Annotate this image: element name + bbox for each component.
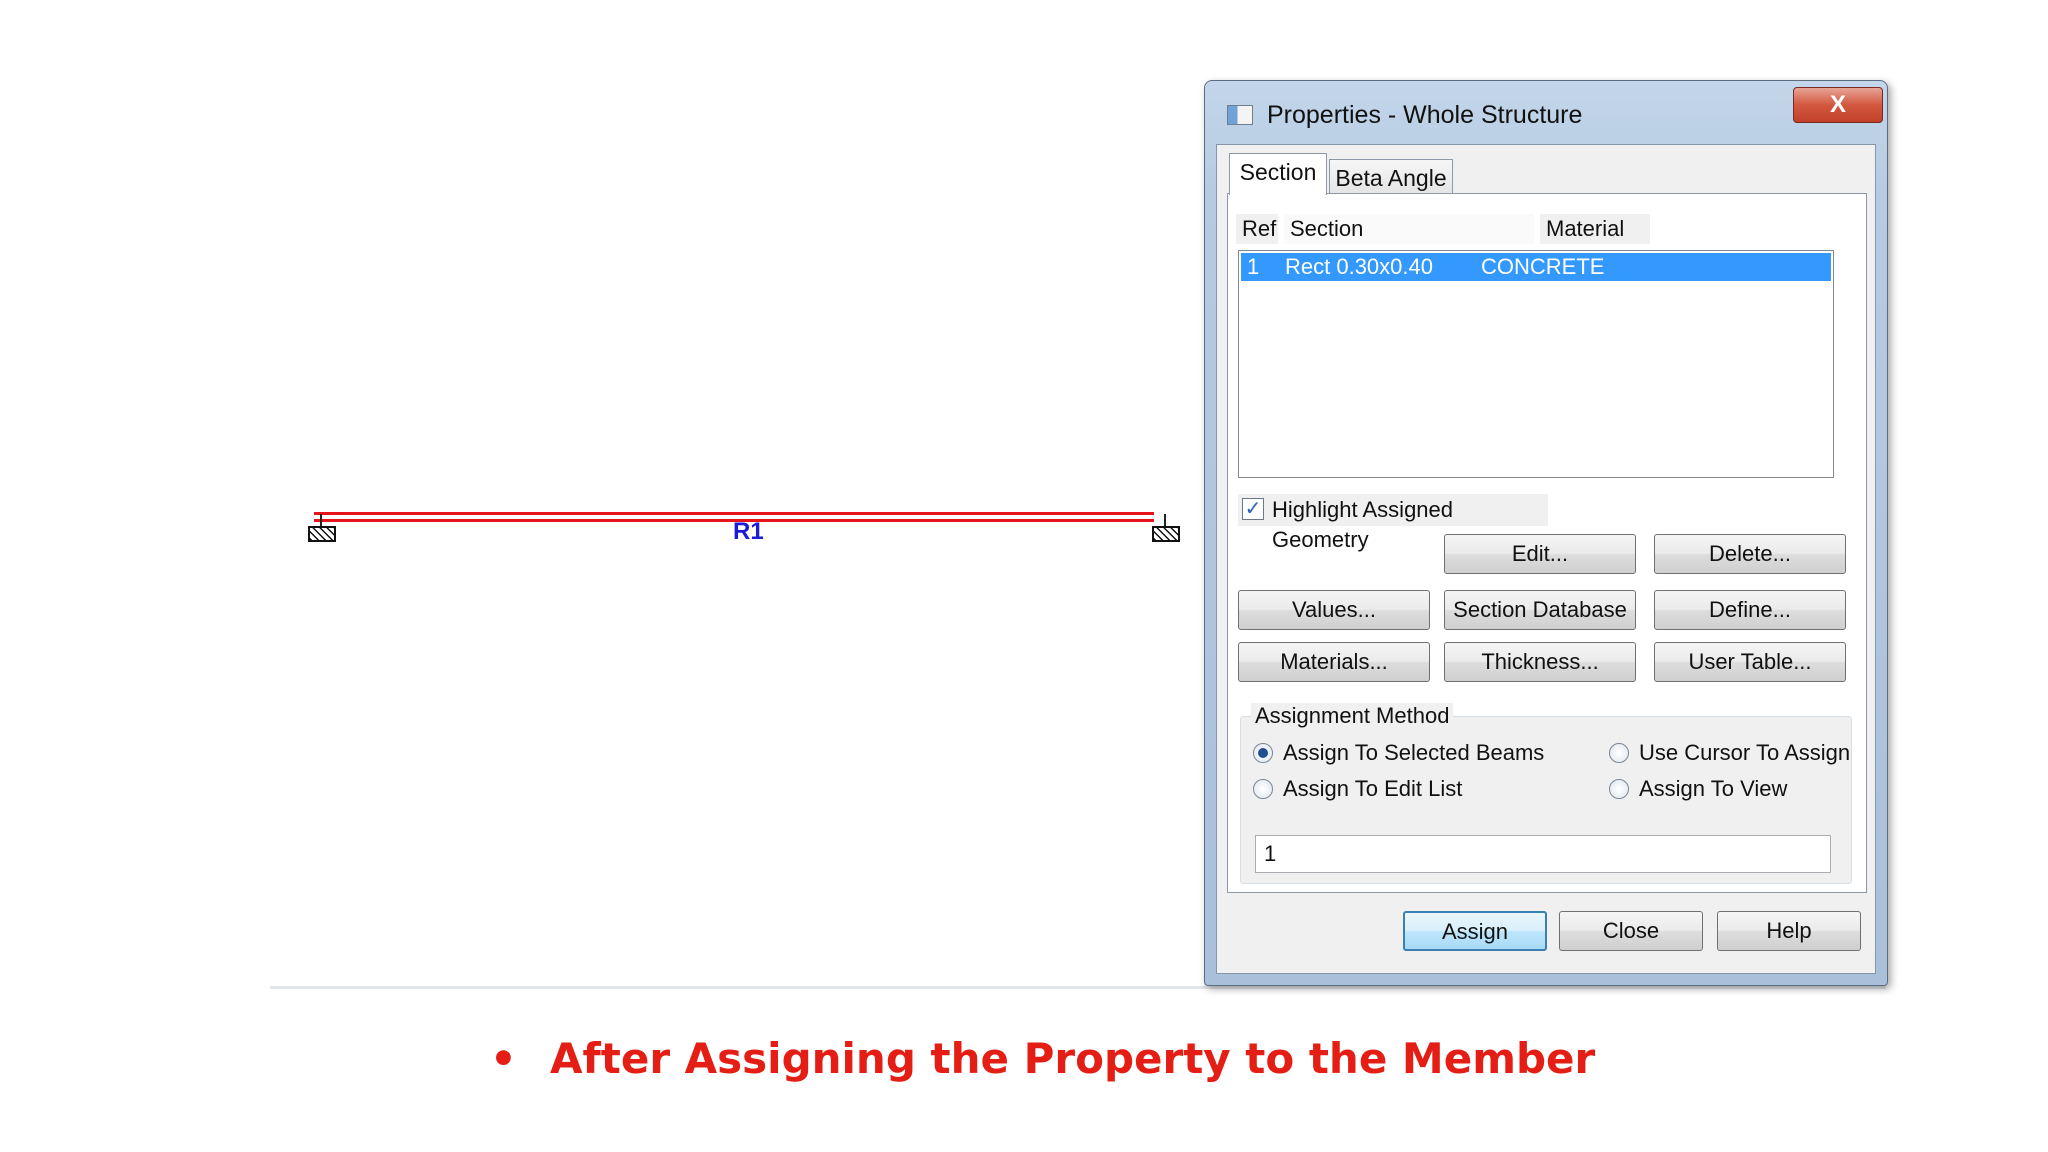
member-property-label: R1 [733, 518, 764, 545]
dialog-client-area: Section Beta Angle Ref Section Material … [1216, 144, 1876, 974]
radio-unselected-icon[interactable] [1609, 779, 1629, 799]
delete-button[interactable]: Delete... [1654, 534, 1846, 574]
close-window-button[interactable]: X [1793, 87, 1883, 123]
dialog-titlebar[interactable]: Properties - Whole Structure X [1205, 81, 1887, 141]
radio-label: Assign To View [1639, 776, 1788, 801]
node-right[interactable] [1164, 514, 1166, 526]
thickness-button[interactable]: Thickness... [1444, 642, 1636, 682]
table-row[interactable]: 1 Rect 0.30x0.40 CONCRETE [1241, 253, 1831, 281]
assign-button[interactable]: Assign [1403, 911, 1547, 951]
radio-label: Assign To Selected Beams [1283, 740, 1545, 765]
section-database-button[interactable]: Section Database [1444, 590, 1636, 630]
fixed-support-right-icon [1152, 526, 1180, 542]
close-button[interactable]: Close [1559, 911, 1703, 951]
column-header-ref[interactable]: Ref [1236, 214, 1278, 244]
highlight-assigned-geometry-checkbox[interactable]: ✓ Highlight Assigned Geometry [1238, 494, 1548, 552]
row-material: CONCRETE [1481, 254, 1605, 279]
materials-button[interactable]: Materials... [1238, 642, 1430, 682]
assignment-method-legend: Assignment Method [1251, 703, 1454, 729]
radio-unselected-icon[interactable] [1609, 743, 1629, 763]
fixed-support-left-icon [308, 526, 336, 542]
caption-text: After Assigning the Property to the Memb… [550, 1034, 1596, 1083]
properties-dialog: Properties - Whole Structure X Section B… [1204, 80, 1888, 986]
assignment-method-group: Assignment Method Assign To Selected Bea… [1240, 703, 1852, 884]
radio-assign-to-selected-beams[interactable]: Assign To Selected Beams [1253, 739, 1553, 769]
column-header-material[interactable]: Material [1540, 214, 1650, 244]
edit-list-input[interactable] [1255, 835, 1831, 873]
canvas-bottom-border [270, 986, 1886, 989]
radio-assign-to-edit-list[interactable]: Assign To Edit List [1253, 775, 1553, 805]
define-button[interactable]: Define... [1654, 590, 1846, 630]
section-list[interactable]: 1 Rect 0.30x0.40 CONCRETE [1238, 250, 1834, 478]
dialog-title: Properties - Whole Structure [1267, 101, 1583, 129]
tab-beta-angle[interactable]: Beta Angle [1329, 159, 1453, 197]
radio-assign-to-view[interactable]: Assign To View [1609, 775, 1849, 805]
tab-section[interactable]: Section [1229, 153, 1327, 195]
bullet-icon: • [490, 1034, 517, 1083]
close-icon: X [1829, 91, 1846, 118]
column-header-section[interactable]: Section [1284, 214, 1534, 244]
radio-unselected-icon[interactable] [1253, 779, 1273, 799]
node-left[interactable] [320, 514, 322, 526]
radio-use-cursor-to-assign[interactable]: Use Cursor To Assign [1609, 739, 1851, 769]
radio-selected-icon[interactable] [1253, 743, 1273, 763]
edit-button[interactable]: Edit... [1444, 534, 1636, 574]
radio-label: Assign To Edit List [1283, 776, 1463, 801]
user-table-button[interactable]: User Table... [1654, 642, 1846, 682]
section-tab-panel: Ref Section Material 1 Rect 0.30x0.40 CO… [1227, 193, 1867, 893]
row-ref: 1 [1247, 254, 1260, 279]
values-button[interactable]: Values... [1238, 590, 1430, 630]
window-app-icon [1227, 105, 1253, 125]
radio-label: Use Cursor To Assign [1639, 740, 1851, 765]
help-button[interactable]: Help [1717, 911, 1861, 951]
row-section: Rect 0.30x0.40 [1285, 254, 1433, 279]
checkmark-icon[interactable]: ✓ [1242, 498, 1264, 520]
